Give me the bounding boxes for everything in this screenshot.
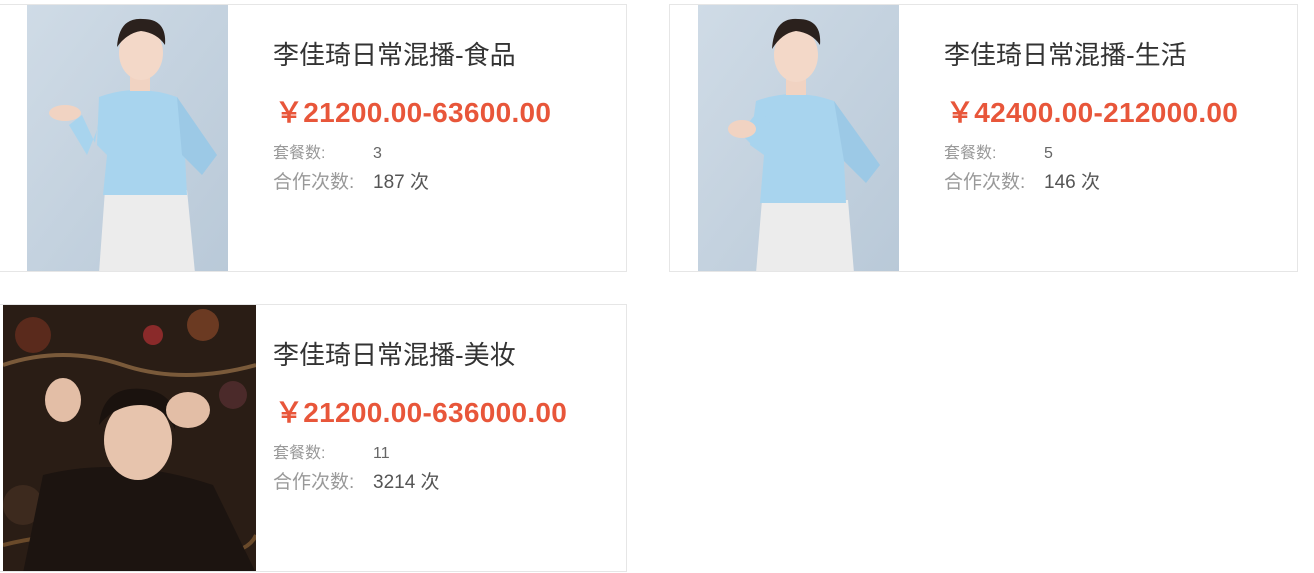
- cooperation-count-row: 合作次数: 3214 次: [273, 467, 440, 494]
- portrait-photo-icon: [698, 5, 899, 271]
- package-count-value: 3: [373, 145, 382, 162]
- package-count-label: 套餐数:: [944, 145, 997, 162]
- cooperation-count-value: 187 次: [373, 172, 429, 193]
- product-card-life[interactable]: 李佳琦日常混播-生活 ￥42400.00-212000.00 套餐数: 5 合作次…: [669, 4, 1298, 272]
- price-range: ￥42400.00-212000.00: [946, 97, 1239, 128]
- cooperation-count-value: 146 次: [1044, 172, 1100, 193]
- package-count-row: 套餐数: 5: [944, 139, 1053, 163]
- package-count-row: 套餐数: 11: [273, 439, 390, 463]
- package-count-label: 套餐数:: [273, 145, 326, 162]
- portrait-image[interactable]: [698, 5, 899, 271]
- card-info: 李佳琦日常混播-食品 ￥21200.00-63600.00 套餐数: 3 合作次数…: [273, 5, 626, 271]
- portrait-photo-icon: [3, 305, 256, 571]
- card-title[interactable]: 李佳琦日常混播-美妆: [273, 335, 516, 372]
- cooperation-count-label: 合作次数:: [273, 172, 355, 193]
- portrait-photo-icon: [27, 5, 228, 271]
- cooperation-count-row: 合作次数: 146 次: [944, 167, 1100, 194]
- cooperation-count-label: 合作次数:: [944, 172, 1026, 193]
- cooperation-count-row: 合作次数: 187 次: [273, 167, 429, 194]
- product-card-food[interactable]: 李佳琦日常混播-食品 ￥21200.00-63600.00 套餐数: 3 合作次数…: [0, 4, 627, 272]
- card-info: 李佳琦日常混播-美妆 ￥21200.00-636000.00 套餐数: 11 合作…: [273, 305, 626, 571]
- package-count-label: 套餐数:: [273, 445, 326, 462]
- card-info: 李佳琦日常混播-生活 ￥42400.00-212000.00 套餐数: 5 合作次…: [944, 5, 1297, 271]
- package-count-row: 套餐数: 3: [273, 139, 382, 163]
- package-count-value: 11: [373, 445, 390, 462]
- price-range: ￥21200.00-63600.00: [275, 97, 552, 128]
- card-title[interactable]: 李佳琦日常混播-生活: [944, 35, 1187, 72]
- portrait-image[interactable]: [3, 305, 256, 571]
- cooperation-count-value: 3214 次: [373, 472, 440, 493]
- product-card-beauty[interactable]: 李佳琦日常混播-美妆 ￥21200.00-636000.00 套餐数: 11 合作…: [0, 304, 627, 572]
- price-range: ￥21200.00-636000.00: [275, 397, 568, 428]
- card-title[interactable]: 李佳琦日常混播-食品: [273, 35, 516, 72]
- package-count-value: 5: [1044, 145, 1053, 162]
- portrait-image[interactable]: [27, 5, 228, 271]
- cooperation-count-label: 合作次数:: [273, 472, 355, 493]
